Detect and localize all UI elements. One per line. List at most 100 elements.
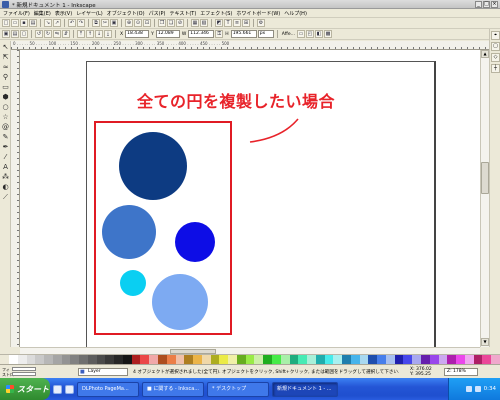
gradient-tool-icon[interactable]: ◐ — [1, 183, 10, 192]
redo-icon[interactable]: ↷ — [77, 19, 85, 27]
palette-swatch[interactable] — [158, 355, 167, 364]
taskbar-item-desktop[interactable]: * デスクトップ — [207, 381, 269, 397]
height-input[interactable]: 195.661 — [230, 30, 257, 38]
palette-swatch[interactable] — [70, 355, 80, 364]
palette-swatch[interactable] — [9, 355, 18, 364]
pen-tool-icon[interactable]: ✒ — [1, 143, 10, 152]
node-tool-icon[interactable]: ⇱ — [1, 53, 10, 62]
palette-swatch[interactable] — [87, 355, 97, 364]
palette-swatch[interactable] — [149, 355, 159, 364]
snap-bbox-icon[interactable]: ▢ — [491, 42, 500, 51]
fill-swatch[interactable] — [12, 367, 36, 371]
move-gradients-icon[interactable]: ◧ — [314, 30, 323, 38]
unlink-clone-icon[interactable]: ⊘ — [176, 19, 184, 27]
scroll-up-icon[interactable]: ▲ — [481, 50, 489, 58]
palette-swatch[interactable] — [307, 355, 316, 364]
palette-swatch[interactable] — [280, 355, 290, 364]
dark-navy-circle[interactable] — [119, 132, 187, 200]
palette-swatch[interactable] — [464, 355, 474, 364]
text-font-icon[interactable]: T — [224, 19, 232, 27]
width-input[interactable]: 112.346 — [188, 30, 215, 38]
palette-swatch[interactable] — [79, 355, 88, 364]
raise-to-top-icon[interactable]: ⤒ — [77, 30, 85, 38]
select-all-layers-icon[interactable]: ▤ — [11, 30, 19, 38]
menu-text[interactable]: テキスト(T) — [169, 10, 196, 17]
group-icon[interactable]: ▦ — [191, 19, 199, 27]
scale-stroke-icon[interactable]: ▭ — [296, 30, 305, 38]
palette-swatch[interactable] — [140, 355, 150, 364]
palette-swatch[interactable] — [271, 355, 281, 364]
palette-swatch[interactable] — [473, 355, 483, 364]
medium-blue-circle[interactable] — [102, 205, 156, 259]
cut-icon[interactable]: ✂ — [101, 19, 109, 27]
select-all-icon[interactable]: ▣ — [2, 30, 10, 38]
palette-swatch[interactable] — [403, 355, 413, 364]
palette-swatch[interactable] — [114, 355, 123, 364]
rotate-cw-icon[interactable]: ↻ — [44, 30, 52, 38]
snap-nodes-icon[interactable]: ◇ — [491, 53, 500, 62]
close-button[interactable]: × — [491, 1, 498, 8]
new-document-icon[interactable]: □ — [2, 19, 10, 27]
palette-swatch[interactable] — [122, 355, 132, 364]
zoom-page-icon[interactable]: ⊡ — [143, 19, 151, 27]
menu-view[interactable]: 表示(V) — [55, 10, 72, 17]
palette-swatch[interactable] — [254, 355, 264, 364]
palette-swatch[interactable] — [17, 355, 27, 364]
zoom-drawing-icon[interactable]: ⊙ — [134, 19, 142, 27]
maximize-button[interactable]: □ — [483, 1, 490, 8]
preferences-icon[interactable]: ⚙ — [257, 19, 265, 27]
x-position-input[interactable]: 18.438 — [125, 30, 150, 38]
vertical-scroll-thumb[interactable] — [481, 162, 489, 194]
menu-file[interactable]: ファイル(F) — [3, 10, 30, 17]
palette-swatch[interactable] — [359, 355, 369, 364]
palette-swatch[interactable] — [210, 355, 220, 364]
light-blue-circle[interactable] — [152, 274, 208, 330]
palette-swatch[interactable] — [385, 355, 395, 364]
ungroup-icon[interactable]: ▧ — [200, 19, 208, 27]
clone-icon[interactable]: ❏ — [167, 19, 175, 27]
zoom-selection-icon[interactable]: ⊕ — [125, 19, 133, 27]
palette-swatch[interactable] — [219, 355, 229, 364]
palette-swatch[interactable] — [236, 355, 246, 364]
palette-swatch[interactable] — [96, 355, 106, 364]
palette-swatch[interactable] — [166, 355, 176, 364]
flip-vertical-icon[interactable]: ⇵ — [62, 30, 70, 38]
lower-icon[interactable]: ↓ — [95, 30, 103, 38]
rectangle-tool-icon[interactable]: ▭ — [1, 83, 10, 92]
palette-swatch[interactable] — [342, 355, 351, 364]
palette-swatch[interactable] — [26, 355, 36, 364]
palette-swatch[interactable] — [193, 355, 202, 364]
scale-corners-icon[interactable]: ◰ — [305, 30, 314, 38]
fill-stroke-indicator[interactable]: フィ ストロ — [2, 367, 42, 377]
palette-swatch[interactable] — [420, 355, 430, 364]
selector-tool-icon[interactable]: ↖ — [1, 43, 10, 52]
palette-swatch[interactable] — [491, 355, 500, 364]
star-tool-icon[interactable]: ☆ — [1, 113, 10, 122]
dropper-tool-icon[interactable]: ⟋ — [1, 193, 10, 202]
paste-icon[interactable]: ▣ — [110, 19, 118, 27]
palette-swatch[interactable] — [298, 355, 308, 364]
snap-guide-icon[interactable]: ┼ — [491, 64, 500, 73]
vertical-scrollbar[interactable]: ▲ ▼ — [480, 50, 489, 347]
menu-whiteboard[interactable]: ホワイトボード(W) — [236, 10, 280, 17]
deselect-icon[interactable]: ▢ — [20, 30, 28, 38]
quick-launch-icon[interactable] — [65, 384, 74, 394]
align-icon[interactable]: ⊞ — [242, 19, 250, 27]
palette-swatch[interactable] — [289, 355, 299, 364]
taskbar-item-photo-pagemaker[interactable]: DLPhoto PageMa... — [77, 381, 139, 397]
palette-swatch[interactable] — [175, 355, 185, 364]
quick-launch-icon[interactable] — [53, 384, 62, 394]
palette-swatch[interactable] — [377, 355, 386, 364]
palette-swatch[interactable] — [131, 355, 141, 364]
copy-icon[interactable]: ⧉ — [92, 19, 100, 27]
layer-select[interactable]: Layer — [78, 368, 128, 376]
undo-icon[interactable]: ↶ — [68, 19, 76, 27]
palette-swatch[interactable] — [245, 355, 255, 364]
pencil-tool-icon[interactable]: ✎ — [1, 133, 10, 142]
palette-swatch[interactable] — [412, 355, 421, 364]
palette-swatch[interactable] — [333, 355, 343, 364]
palette-swatch[interactable] — [429, 355, 439, 364]
rotate-ccw-icon[interactable]: ↺ — [35, 30, 43, 38]
menu-layer[interactable]: レイヤー(L) — [76, 10, 103, 17]
palette-swatch[interactable] — [368, 355, 378, 364]
